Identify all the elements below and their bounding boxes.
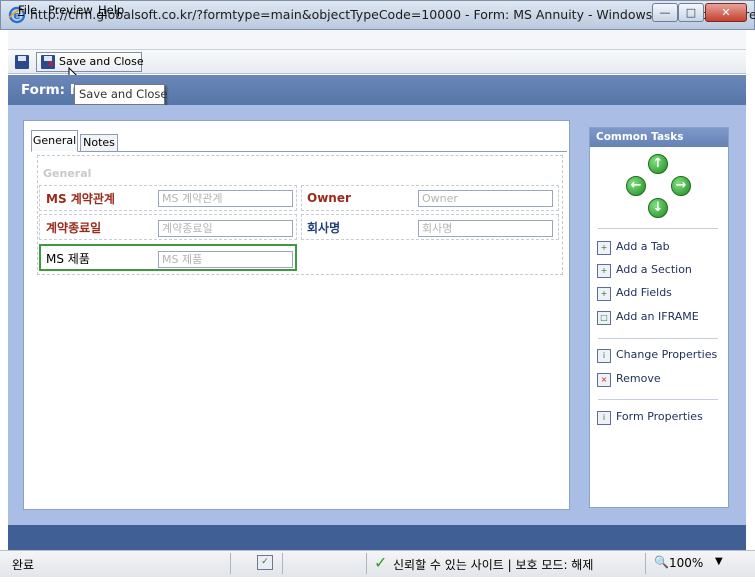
add-iframe-icon: □ xyxy=(597,311,611,325)
menu-file[interactable]: File xyxy=(18,3,37,17)
status-divider xyxy=(230,553,231,574)
tooltip: Save and Close xyxy=(74,84,168,105)
save-and-close-button[interactable]: x Save and Close xyxy=(36,52,144,72)
zoom-level[interactable]: 100% xyxy=(669,556,703,570)
menu-bar xyxy=(8,30,746,50)
move-down-arrow-icon[interactable]: ↓ xyxy=(648,198,668,218)
field-input[interactable]: Owner xyxy=(418,190,553,207)
maximize-button[interactable]: □ xyxy=(678,3,704,22)
field-label: Owner xyxy=(307,191,351,205)
security-zone-text[interactable]: 신뢰할 수 있는 사이트 | 보호 모드: 해제 xyxy=(393,556,593,573)
close-overlay-icon: x xyxy=(48,59,54,69)
form-footer-band xyxy=(8,525,746,550)
minimize-button[interactable]: — xyxy=(652,3,678,22)
field-label: 회사명 xyxy=(307,221,341,235)
zoom-dropdown-icon[interactable]: ▼ xyxy=(715,556,723,567)
divider xyxy=(598,399,718,400)
zoom-icon[interactable]: 🔍 xyxy=(654,555,669,569)
divider xyxy=(598,338,718,339)
field-input[interactable]: MS 제품 xyxy=(158,251,293,268)
field-input[interactable]: 회사명 xyxy=(418,220,553,237)
tab-general[interactable]: General xyxy=(31,130,78,152)
status-text: 완료 xyxy=(12,558,35,572)
field-company-name[interactable]: 회사명 회사명 xyxy=(301,214,559,240)
menu-help[interactable]: Help xyxy=(98,3,124,17)
field-contract-end-date[interactable]: 계약종료일 계약종료일 xyxy=(39,214,297,240)
properties-icon: i xyxy=(597,349,611,363)
status-divider xyxy=(282,553,283,574)
form-properties-icon: i xyxy=(597,411,611,425)
field-ms-product[interactable]: MS 제품 MS 제품 xyxy=(39,244,297,271)
move-left-arrow-icon[interactable]: ← xyxy=(626,176,646,196)
field-label: MS 제품 xyxy=(46,252,90,266)
status-divider xyxy=(645,553,646,574)
move-up-arrow-icon[interactable]: ↑ xyxy=(648,154,668,174)
menu-preview[interactable]: Preview xyxy=(48,3,93,17)
field-label: MS 계약관계 xyxy=(46,192,115,206)
add-tab-icon: + xyxy=(597,241,611,255)
close-window-button[interactable]: ✕ xyxy=(705,3,747,22)
move-right-arrow-icon[interactable]: → xyxy=(671,176,691,196)
remove-icon: × xyxy=(597,373,611,387)
field-owner[interactable]: Owner Owner xyxy=(301,185,559,211)
divider xyxy=(598,228,718,229)
window-title: http://crm.globalsoft.co.kr/?formtype=ma… xyxy=(30,7,755,22)
tab-notes[interactable]: Notes xyxy=(80,134,118,152)
trusted-site-check-icon: ✓ xyxy=(374,553,388,572)
field-input[interactable]: MS 계약관계 xyxy=(158,190,293,207)
section-title: General xyxy=(43,167,92,180)
page-status-icon[interactable]: ✓ xyxy=(257,555,273,570)
add-fields-icon: + xyxy=(597,287,611,301)
status-divider xyxy=(366,553,367,574)
field-label: 계약종료일 xyxy=(46,221,102,235)
field-input[interactable]: 계약종료일 xyxy=(158,220,293,237)
toolbar: x Save and Close xyxy=(8,50,746,74)
add-section-icon: + xyxy=(597,264,611,278)
save-icon[interactable] xyxy=(15,55,29,69)
field-ms-contract[interactable]: MS 계약관계 MS 계약관계 xyxy=(39,185,297,211)
common-tasks-header: Common Tasks xyxy=(590,128,728,147)
